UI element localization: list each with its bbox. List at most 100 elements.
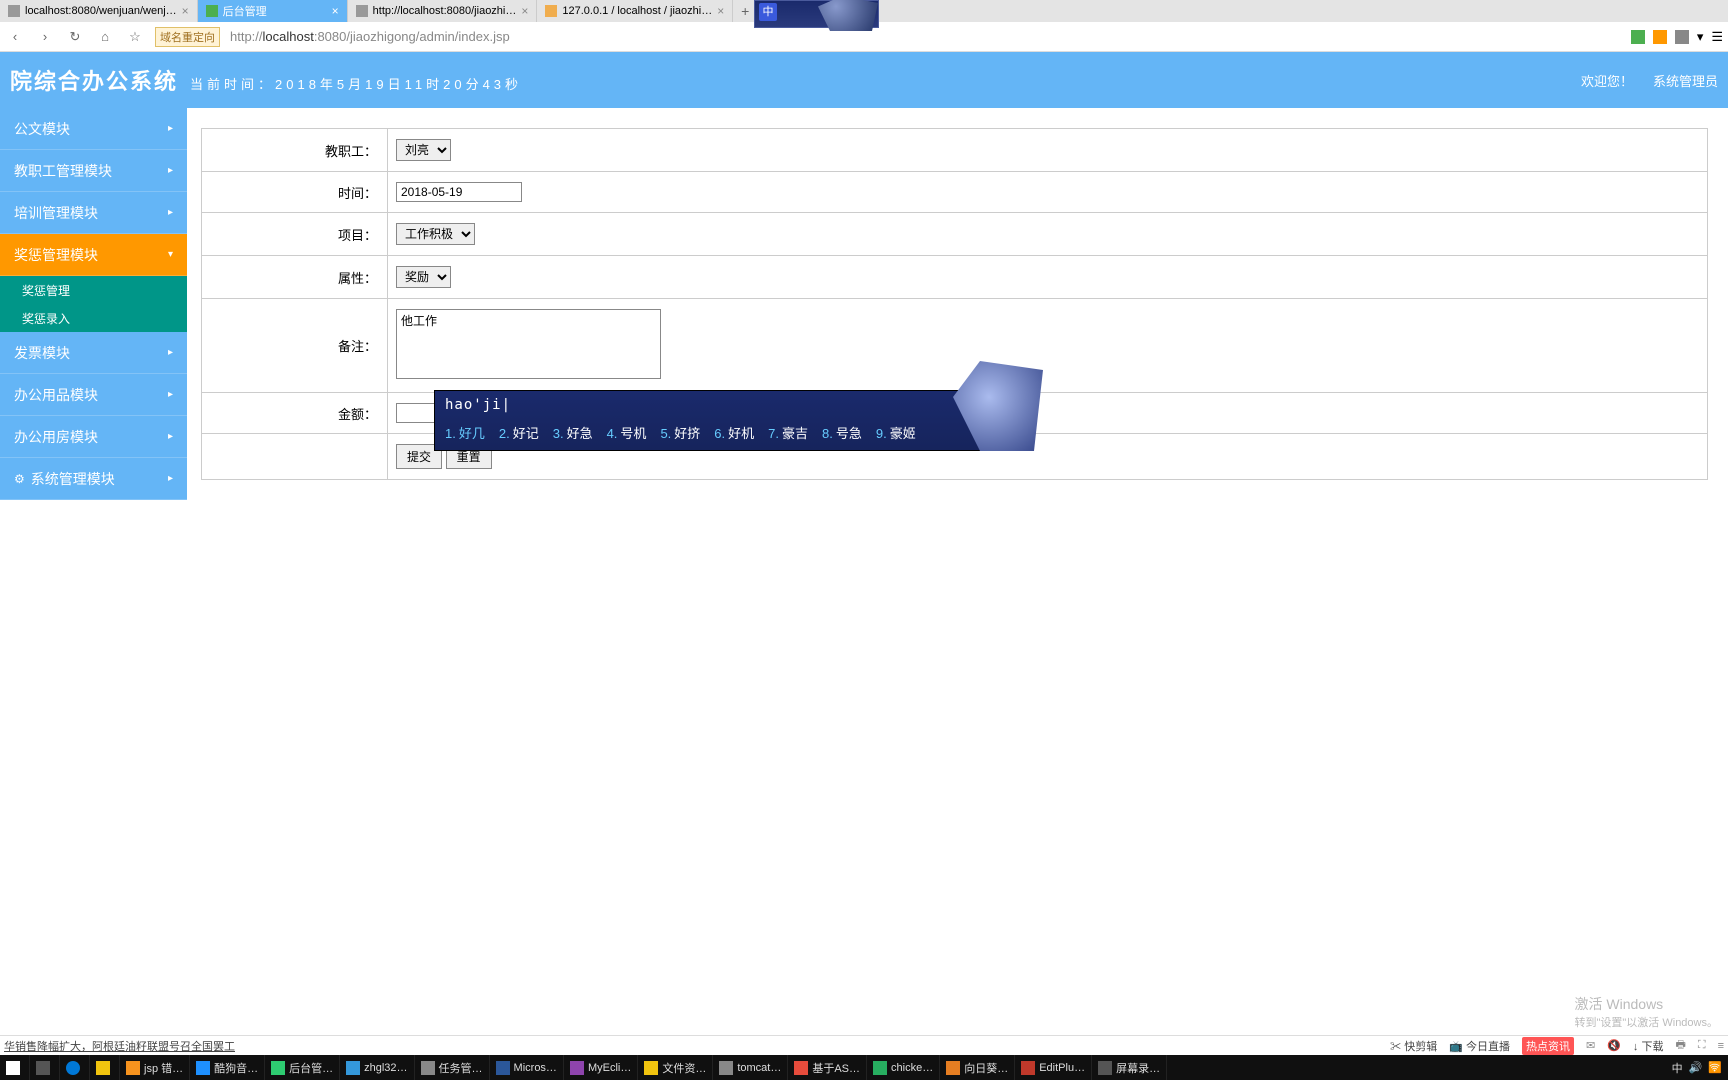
ticker-item[interactable]: ↓ 下载 bbox=[1633, 1038, 1664, 1054]
app-title: 院综合办公系统 bbox=[10, 64, 178, 96]
sidebar-subitem[interactable]: 奖惩管理 bbox=[0, 276, 187, 304]
ticker-item[interactable]: ✂ 快剪辑 bbox=[1390, 1038, 1437, 1054]
ime-candidate[interactable]: 8.号急 bbox=[822, 423, 862, 442]
taskbar-label: Micros… bbox=[514, 1062, 557, 1074]
app-icon bbox=[570, 1061, 584, 1075]
tray-ime-icon[interactable]: 中 bbox=[1672, 1060, 1683, 1076]
sidebar-item[interactable]: 公文模块 ▸ bbox=[0, 108, 187, 150]
print-icon[interactable]: 🖶 bbox=[1675, 1036, 1685, 1055]
ime-candidate[interactable]: 1.好几 bbox=[445, 423, 485, 442]
extension-icon[interactable] bbox=[1631, 30, 1645, 44]
taskbar-app[interactable]: 向日葵… bbox=[940, 1055, 1015, 1080]
taskbar-app[interactable]: 文件资… bbox=[638, 1055, 713, 1080]
browser-tab[interactable]: 127.0.0.1 / localhost / jiaozhi…× bbox=[537, 0, 733, 22]
start-button[interactable] bbox=[0, 1055, 30, 1080]
edge-button[interactable] bbox=[60, 1055, 90, 1080]
sidebar-item[interactable]: 办公用房模块▸ bbox=[0, 416, 187, 458]
sidebar: 公文模块▸教职工管理模块▸培训管理模块▸奖惩管理模块▾奖惩管理奖惩录入发票模块▸… bbox=[0, 108, 187, 1032]
sidebar-item[interactable]: 教职工管理模块▸ bbox=[0, 150, 187, 192]
taskbar-app[interactable]: 屏幕录… bbox=[1092, 1055, 1167, 1080]
sidebar-item[interactable]: 奖惩管理模块▾ bbox=[0, 234, 187, 276]
taskbar-app[interactable]: chicke… bbox=[867, 1055, 940, 1080]
taskbar-app[interactable]: jsp 错… bbox=[120, 1055, 190, 1080]
chevron-icon: ▾ bbox=[168, 249, 173, 260]
menu-icon[interactable]: ▾ bbox=[1697, 29, 1704, 45]
favicon-icon bbox=[545, 5, 557, 17]
taskbar-app[interactable]: zhgl32… bbox=[340, 1055, 414, 1080]
attribute-select[interactable]: 奖励 bbox=[396, 266, 451, 288]
home-icon[interactable]: ⌂ bbox=[95, 29, 115, 44]
ime-mode-indicator: 中 bbox=[759, 3, 777, 21]
remark-textarea[interactable]: 他工作 bbox=[396, 309, 661, 379]
taskbar-app[interactable]: 酷狗音… bbox=[190, 1055, 265, 1080]
ime-status-widget[interactable]: 中 bbox=[754, 0, 879, 28]
chevron-icon: ▸ bbox=[168, 473, 173, 484]
ime-candidate[interactable]: 5.好挤 bbox=[660, 423, 700, 442]
ime-candidate[interactable]: 4.号机 bbox=[607, 423, 647, 442]
ime-candidate[interactable]: 7.豪吉 bbox=[768, 423, 808, 442]
label-project: 项目： bbox=[202, 213, 388, 256]
taskbar-label: MyEcli… bbox=[588, 1062, 631, 1074]
taskbar-app[interactable]: tomcat… bbox=[713, 1055, 788, 1080]
tray-sound-icon[interactable]: 🔊 bbox=[1689, 1061, 1703, 1074]
chevron-icon: ▸ bbox=[168, 123, 173, 134]
expand-icon[interactable]: ⛶ bbox=[1698, 1039, 1706, 1052]
chevron-icon: ▸ bbox=[168, 431, 173, 442]
star-icon[interactable]: ☆ bbox=[125, 29, 145, 45]
back-icon[interactable]: ‹ bbox=[5, 29, 25, 44]
forward-icon[interactable]: › bbox=[35, 29, 55, 44]
close-icon[interactable]: × bbox=[332, 4, 339, 18]
time-input[interactable] bbox=[396, 182, 522, 202]
teacher-select[interactable]: 刘亮 bbox=[396, 139, 451, 161]
url-display[interactable]: http://localhost:8080/jiaozhigong/admin/… bbox=[230, 29, 510, 44]
ime-candidate[interactable]: 9.豪姬 bbox=[876, 423, 916, 442]
tray-network-icon[interactable]: 🛜 bbox=[1708, 1061, 1722, 1074]
sidebar-item-label: 办公用品模块 bbox=[14, 385, 98, 405]
settings-icon[interactable]: ≡ bbox=[1718, 1040, 1724, 1052]
taskbar-label: 酷狗音… bbox=[214, 1060, 258, 1076]
sidebar-item[interactable]: 培训管理模块▸ bbox=[0, 192, 187, 234]
taskbar-app[interactable]: 后台管… bbox=[265, 1055, 340, 1080]
explorer-button[interactable] bbox=[90, 1055, 120, 1080]
taskbar-app[interactable]: MyEcli… bbox=[564, 1055, 638, 1080]
sidebar-item-label: 教职工管理模块 bbox=[14, 161, 112, 181]
app-icon bbox=[873, 1061, 887, 1075]
browser-tab[interactable]: 后台管理× bbox=[198, 0, 348, 22]
label-time: 时间： bbox=[202, 172, 388, 213]
browser-tab[interactable]: http://localhost:8080/jiaozhi…× bbox=[348, 0, 538, 22]
close-icon[interactable]: × bbox=[521, 4, 528, 18]
user-role[interactable]: 系统管理员 bbox=[1653, 71, 1718, 90]
taskbar-app[interactable]: EditPlu… bbox=[1015, 1055, 1092, 1080]
reload-icon[interactable]: ↻ bbox=[65, 29, 85, 45]
browser-tab[interactable]: localhost:8080/wenjuan/wenj…× bbox=[0, 0, 198, 22]
sidebar-item[interactable]: 发票模块▸ bbox=[0, 332, 187, 374]
ticker-item[interactable]: 📺 今日直播 bbox=[1449, 1038, 1510, 1054]
ticker-news[interactable]: 华销售降幅扩大，阿根廷油籽联盟号召全国罢工 bbox=[4, 1038, 235, 1054]
close-icon[interactable]: × bbox=[717, 4, 724, 18]
project-select[interactable]: 工作积极 bbox=[396, 223, 475, 245]
mute-icon[interactable]: 🔇 bbox=[1607, 1039, 1621, 1052]
favicon-icon bbox=[206, 5, 218, 17]
sidebar-toggle-icon[interactable]: ☰ bbox=[1711, 29, 1723, 45]
taskbar-app[interactable]: 任务管… bbox=[415, 1055, 490, 1080]
ime-candidate-bar[interactable]: hao'ji 1.好几2.好记3.好急4.号机5.好挤6.好机7.豪吉8.号急9… bbox=[434, 390, 1014, 451]
taskbar-label: EditPlu… bbox=[1039, 1062, 1085, 1074]
taskbar-app[interactable]: Micros… bbox=[490, 1055, 564, 1080]
taskbar-app[interactable]: 基于AS… bbox=[788, 1055, 867, 1080]
close-icon[interactable]: × bbox=[182, 4, 189, 18]
ime-candidate[interactable]: 6.好机 bbox=[714, 423, 754, 442]
extension-icon[interactable] bbox=[1675, 30, 1689, 44]
sidebar-item[interactable]: 系统管理模块▸ bbox=[0, 458, 187, 500]
app-header: 院综合办公系统 当前时间：2018年5月19日11时20分43秒 欢迎您！ 系统… bbox=[0, 52, 1728, 108]
ime-candidate[interactable]: 2.好记 bbox=[499, 423, 539, 442]
extension-icon[interactable] bbox=[1653, 30, 1667, 44]
sidebar-subitem[interactable]: 奖惩录入 bbox=[0, 304, 187, 332]
chat-icon[interactable]: ✉ bbox=[1586, 1039, 1595, 1052]
taskview-button[interactable] bbox=[30, 1055, 60, 1080]
sidebar-item[interactable]: 办公用品模块▸ bbox=[0, 374, 187, 416]
system-tray[interactable]: 中 🔊 🛜 bbox=[1672, 1060, 1728, 1076]
ticker-hot[interactable]: 热点资讯 bbox=[1522, 1037, 1574, 1055]
sidebar-item-label: 公文模块 bbox=[14, 119, 70, 139]
ime-candidate[interactable]: 3.好急 bbox=[553, 423, 593, 442]
favicon-icon bbox=[8, 5, 20, 17]
